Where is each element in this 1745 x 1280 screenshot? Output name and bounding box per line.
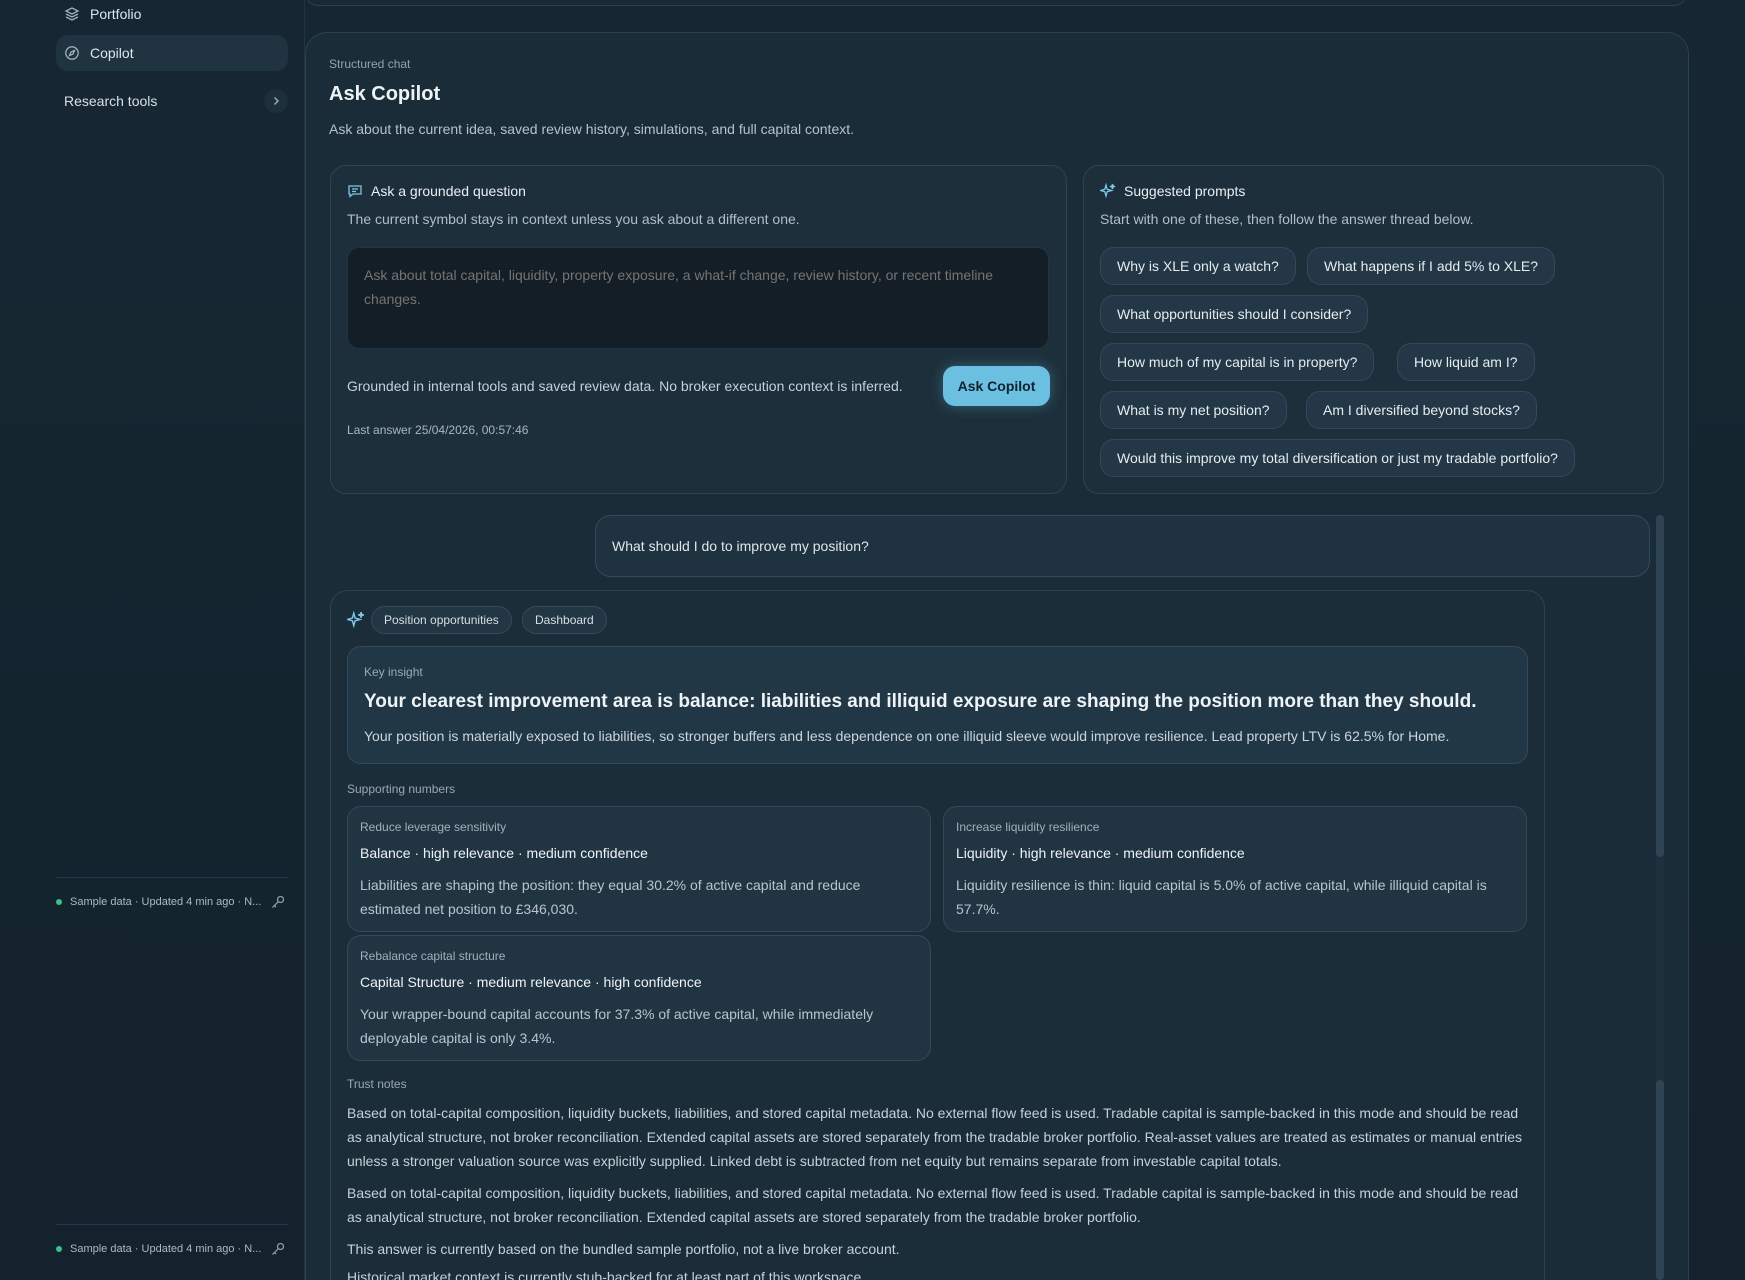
- key-insight-headline: Your clearest improvement area is balanc…: [364, 691, 1477, 712]
- research-tools-label: Research tools: [64, 93, 158, 109]
- sidebar-item-copilot[interactable]: Copilot: [56, 35, 288, 71]
- prompts-panel-subtitle: Start with one of these, then follow the…: [1100, 211, 1474, 227]
- page-title: Ask Copilot: [329, 83, 441, 105]
- page-subtitle: Ask about the current idea, saved review…: [329, 121, 855, 137]
- trust-note: This answer is currently based on the bu…: [347, 1241, 900, 1257]
- trust-note: Based on total-capital composition, liqu…: [347, 1105, 1523, 1169]
- ask-panel-title: Ask a grounded question: [347, 183, 526, 199]
- supporting-card: Reduce leverage sensitivity Balance · hi…: [347, 806, 931, 932]
- prompt-chip[interactable]: Why is XLE only a watch?: [1100, 247, 1296, 285]
- prompts-panel-title: Suggested prompts: [1100, 183, 1245, 199]
- ask-copilot-button[interactable]: Ask Copilot: [943, 366, 1050, 406]
- status-dot: [56, 899, 62, 905]
- sidebar-divider: [56, 877, 288, 878]
- question-input[interactable]: [347, 247, 1049, 349]
- chevron-right-icon[interactable]: [264, 89, 288, 113]
- sidebar: Portfolio Copilot Research tools Sample …: [0, 0, 305, 1280]
- data-status: Sample data · Updated 4 min ago · N...: [56, 892, 288, 912]
- card-title: Liquidity · high relevance · medium conf…: [956, 845, 1245, 861]
- scrollbar-thumb[interactable]: [1656, 515, 1664, 857]
- prompt-chip[interactable]: What opportunities should I consider?: [1100, 295, 1369, 333]
- trust-note: Based on total-capital composition, liqu…: [347, 1185, 1519, 1225]
- key-insight-body: Your position is materially exposed to l…: [364, 728, 1450, 744]
- prompt-chip[interactable]: Would this improve my total diversificat…: [1100, 439, 1575, 477]
- tag-position-opportunities[interactable]: Position opportunities: [371, 606, 512, 634]
- key-icon[interactable]: [268, 1239, 288, 1259]
- card-description: Liabilities are shaping the position: th…: [360, 877, 861, 917]
- eyebrow: Structured chat: [329, 57, 411, 71]
- prompt-chip[interactable]: How liquid am I?: [1397, 343, 1535, 381]
- card-label: Rebalance capital structure: [360, 949, 506, 963]
- sidebar-item-label: Copilot: [90, 45, 134, 61]
- supporting-card: Increase liquidity resilience Liquidity …: [943, 806, 1527, 932]
- grounded-note: Grounded in internal tools and saved rev…: [347, 378, 903, 394]
- status-dot: [56, 1246, 62, 1252]
- sidebar-item-portfolio[interactable]: Portfolio: [56, 0, 288, 32]
- key-insight-card: Key insight Your clearest improvement ar…: [347, 646, 1528, 764]
- trust-notes-label: Trust notes: [347, 1077, 407, 1091]
- supporting-numbers-label: Supporting numbers: [347, 782, 456, 796]
- trust-note: Historical market context is currently s…: [347, 1269, 866, 1280]
- sidebar-item-label: Portfolio: [90, 6, 142, 22]
- data-status: Sample data · Updated 4 min ago · N...: [56, 1239, 288, 1259]
- card-title: Capital Structure · medium relevance · h…: [360, 974, 702, 990]
- key-insight-label: Key insight: [364, 665, 423, 679]
- scrollbar-thumb[interactable]: [1656, 1080, 1664, 1280]
- prompt-chip[interactable]: Am I diversified beyond stocks?: [1306, 391, 1537, 429]
- card-label: Increase liquidity resilience: [956, 820, 1100, 834]
- sidebar-divider: [56, 1224, 288, 1225]
- compass-icon: [64, 45, 80, 61]
- card-description: Liquidity resilience is thin: liquid cap…: [956, 877, 1487, 917]
- sparkle-icon: [1100, 183, 1116, 199]
- supporting-card: Rebalance capital structure Capital Stru…: [347, 935, 931, 1061]
- status-text: Sample data · Updated 4 min ago · N...: [70, 1243, 262, 1255]
- tag-dashboard[interactable]: Dashboard: [522, 606, 607, 634]
- key-icon[interactable]: [268, 892, 288, 912]
- card-description: Your wrapper-bound capital accounts for …: [360, 1006, 874, 1046]
- chat-bubble-icon: [347, 183, 363, 199]
- layers-icon: [64, 6, 80, 22]
- last-answer-timestamp: Last answer 25/04/2026, 00:57:46: [347, 423, 529, 437]
- prompt-chip[interactable]: What is my net position?: [1100, 391, 1287, 429]
- ask-panel-subtitle: The current symbol stays in context unle…: [347, 211, 800, 227]
- previous-card-edge: [305, 0, 1687, 6]
- app-window: Portfolio Copilot Research tools Sample …: [0, 0, 1745, 1280]
- sparkle-icon: [344, 610, 365, 629]
- sidebar-item-research-tools[interactable]: Research tools: [56, 87, 288, 115]
- prompt-chip[interactable]: How much of my capital is in property?: [1100, 343, 1375, 381]
- card-title: Balance · high relevance · medium confid…: [360, 845, 648, 861]
- user-question-bubble: What should I do to improve my position?: [595, 515, 1650, 577]
- card-label: Reduce leverage sensitivity: [360, 820, 507, 834]
- status-text: Sample data · Updated 4 min ago · N...: [70, 896, 262, 908]
- prompt-chip[interactable]: What happens if I add 5% to XLE?: [1307, 247, 1556, 285]
